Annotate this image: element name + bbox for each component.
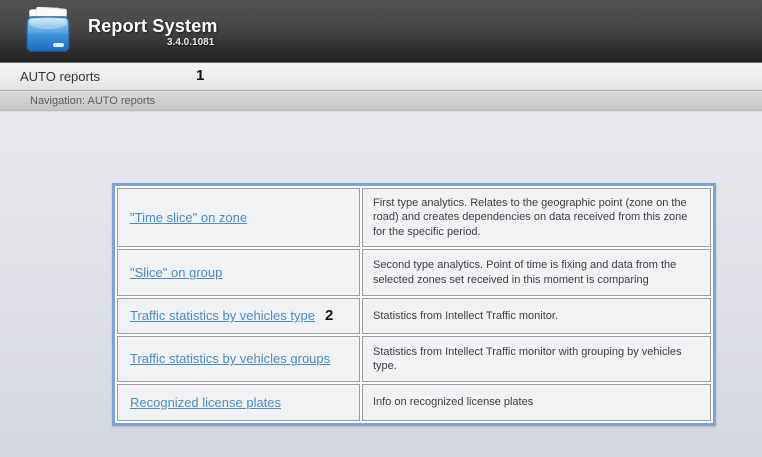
menu-bar: AUTO reports 1 (0, 62, 762, 91)
report-row: "Slice" on group Second type analytics. … (117, 249, 711, 296)
report-row: Traffic statistics by vehicles groups St… (117, 336, 711, 382)
report-row: Traffic statistics by vehicles type 2 Sta… (117, 298, 711, 334)
report-link[interactable]: "Slice" on group (130, 265, 222, 280)
report-link[interactable]: Recognized license plates (130, 395, 281, 410)
report-description: Info on recognized license plates (362, 384, 711, 421)
app-header: Report System 3.4.0.1081 (0, 0, 762, 62)
report-link[interactable]: Traffic statistics by vehicles type (130, 308, 315, 323)
report-link[interactable]: "Time slice" on zone (130, 210, 247, 225)
breadcrumb-bar: Navigation: AUTO reports (0, 92, 762, 111)
report-description: First type analytics. Relates to the geo… (362, 188, 711, 247)
reports-table-body: "Time slice" on zone First type analytic… (117, 188, 711, 421)
reports-table: "Time slice" on zone First type analytic… (112, 183, 716, 426)
report-link[interactable]: Traffic statistics by vehicles groups (130, 351, 330, 366)
app-version: 3.4.0.1081 (167, 37, 214, 48)
breadcrumb: Navigation: AUTO reports (30, 95, 155, 107)
content-area: "Time slice" on zone First type analytic… (0, 112, 762, 457)
app-title: Report System (88, 16, 218, 37)
report-description: Second type analytics. Point of time is … (362, 249, 711, 296)
report-folder-icon (20, 7, 76, 55)
menu-item-auto-reports[interactable]: AUTO reports (20, 69, 100, 84)
report-description: Statistics from Intellect Traffic monito… (362, 298, 711, 334)
report-row: "Time slice" on zone First type analytic… (117, 188, 711, 247)
report-row: Recognized license plates Info on recogn… (117, 384, 711, 421)
report-description: Statistics from Intellect Traffic monito… (362, 336, 711, 382)
row-annotation: 2 (325, 307, 333, 324)
annotation-1: 1 (196, 67, 204, 84)
